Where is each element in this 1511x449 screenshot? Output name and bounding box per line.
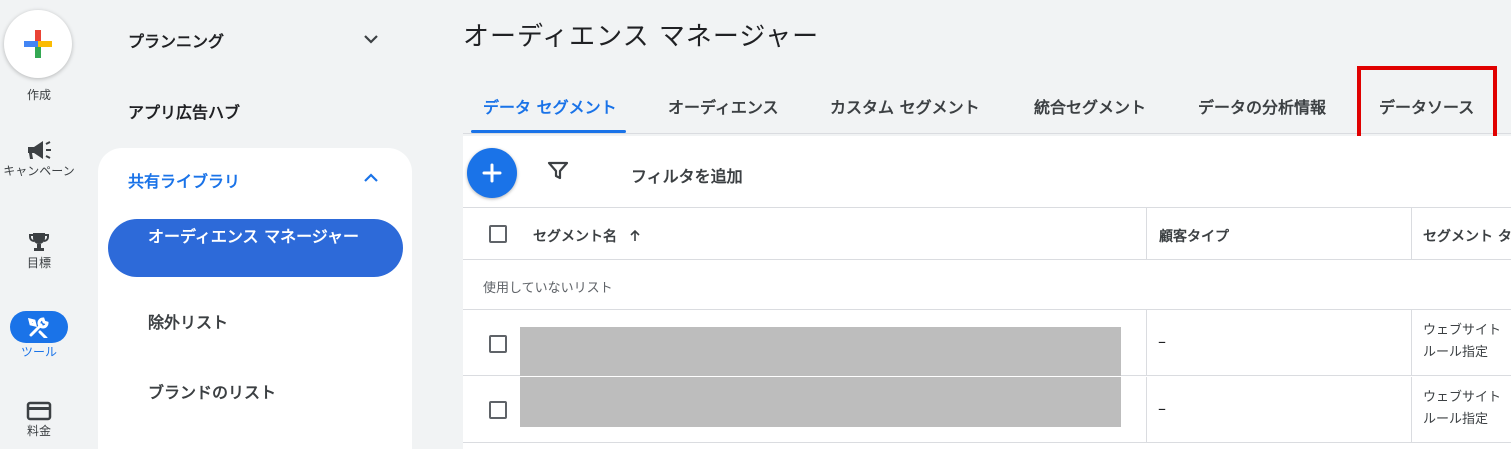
megaphone-icon <box>28 141 51 159</box>
column-divider <box>1146 310 1147 376</box>
active-tab-indicator <box>471 130 626 133</box>
add-segment-button[interactable] <box>467 148 517 198</box>
customer-type-cell: – <box>1158 399 1166 418</box>
row-checkbox[interactable] <box>489 401 507 419</box>
rail-item-label: 料金 <box>26 424 51 438</box>
chevron-down-icon[interactable] <box>360 28 382 50</box>
segment-type-line: ウェブサイト <box>1423 390 1502 405</box>
tools-icon <box>27 317 49 338</box>
shared-library-card <box>98 148 412 449</box>
segment-type-line: ウェブサイト <box>1423 323 1502 338</box>
customer-type-cell: – <box>1158 332 1166 351</box>
rail-item-label: ツール <box>20 345 57 359</box>
column-divider <box>1411 377 1412 443</box>
tab-audiences[interactable]: オーディエンス <box>668 94 779 118</box>
tab-data-insights[interactable]: データの分析情報 <box>1198 94 1326 118</box>
create-label: 作成 <box>26 88 51 102</box>
tab-combined-segments[interactable]: 統合セグメント <box>1034 94 1146 118</box>
rail-item-campaigns[interactable]: キャンペーン <box>0 138 78 179</box>
plus-color-icon <box>24 30 52 58</box>
filter-icon[interactable] <box>547 160 569 182</box>
column-label: セグメント名 <box>533 229 617 245</box>
row-checkbox[interactable] <box>489 335 507 353</box>
column-divider <box>1146 208 1147 260</box>
billing-card-icon <box>26 401 52 421</box>
nav-item-shared-library[interactable]: 共有ライブラリ <box>128 168 240 192</box>
rail-item-tools[interactable]: ツール <box>0 311 78 360</box>
tools-pill <box>10 311 68 343</box>
page-title: オーディエンス マネージャー <box>463 22 820 52</box>
nav-panel: プランニング アプリ広告ハブ 共有ライブラリ オーディエンス マネージャー 除外… <box>96 0 416 449</box>
redacted-segment-name <box>520 377 1121 427</box>
tab-custom-segments[interactable]: カスタム セグメント <box>830 94 980 118</box>
column-divider <box>1411 208 1412 260</box>
nav-item-exclusion-lists[interactable]: 除外リスト <box>148 309 228 333</box>
rail-item-goals[interactable]: 目標 <box>0 230 78 271</box>
column-divider <box>1146 377 1147 443</box>
table-header: セグメント名 顧客タイプ セグメント タ <box>463 208 1511 260</box>
highlight-box <box>1357 66 1497 142</box>
trophy-icon <box>29 233 49 251</box>
rail-item-billing[interactable]: 料金 <box>0 400 78 439</box>
nav-item-audience-manager[interactable]: オーディエンス マネージャー <box>108 219 403 277</box>
table-row[interactable]: – ウェブサイト ルール指定 <box>463 310 1511 376</box>
plus-icon <box>482 163 502 183</box>
tab-bar: データ セグメント オーディエンス カスタム セグメント 統合セグメント データ… <box>463 66 1511 142</box>
nav-item-brand-lists[interactable]: ブランドのリスト <box>148 379 276 403</box>
segment-type-cell: ウェブサイト ルール指定 <box>1423 387 1501 431</box>
table-row[interactable]: – ウェブサイト ルール指定 <box>463 377 1511 443</box>
nav-item-planning[interactable]: プランニング <box>128 28 224 52</box>
segment-type-line: ルール指定 <box>1423 345 1489 360</box>
table-toolbar: フィルタを追加 <box>463 136 1511 208</box>
left-rail: 作成 キャンペーン 目標 ツール 料金 <box>0 0 78 449</box>
group-row: 使用していないリスト <box>463 260 1511 310</box>
tab-data-segments[interactable]: データ セグメント <box>483 94 617 118</box>
column-header-segment-type[interactable]: セグメント タ <box>1423 226 1511 246</box>
arrow-up-icon <box>630 229 640 241</box>
create-button[interactable] <box>4 10 72 78</box>
segments-table: フィルタを追加 セグメント名 顧客タイプ セグメント タ 使用していないリスト … <box>463 136 1511 449</box>
nav-item-app-hub[interactable]: アプリ広告ハブ <box>128 99 240 123</box>
group-label: 使用していないリスト <box>483 281 613 296</box>
chevron-up-icon[interactable] <box>360 167 382 189</box>
rail-item-label: 目標 <box>26 256 51 270</box>
main-content: オーディエンス マネージャー データ セグメント オーディエンス カスタム セグ… <box>463 0 1511 449</box>
rail-item-label: キャンペーン <box>3 164 75 178</box>
column-header-customer-type[interactable]: 顧客タイプ <box>1159 226 1229 246</box>
add-filter-button[interactable]: フィルタを追加 <box>631 163 743 187</box>
select-all-checkbox[interactable] <box>489 225 507 243</box>
segment-type-line: ルール指定 <box>1423 412 1489 427</box>
column-header-segment-name[interactable]: セグメント名 <box>533 226 642 246</box>
column-divider <box>1411 310 1412 376</box>
segment-type-cell: ウェブサイト ルール指定 <box>1423 320 1501 364</box>
redacted-segment-name <box>520 327 1121 376</box>
